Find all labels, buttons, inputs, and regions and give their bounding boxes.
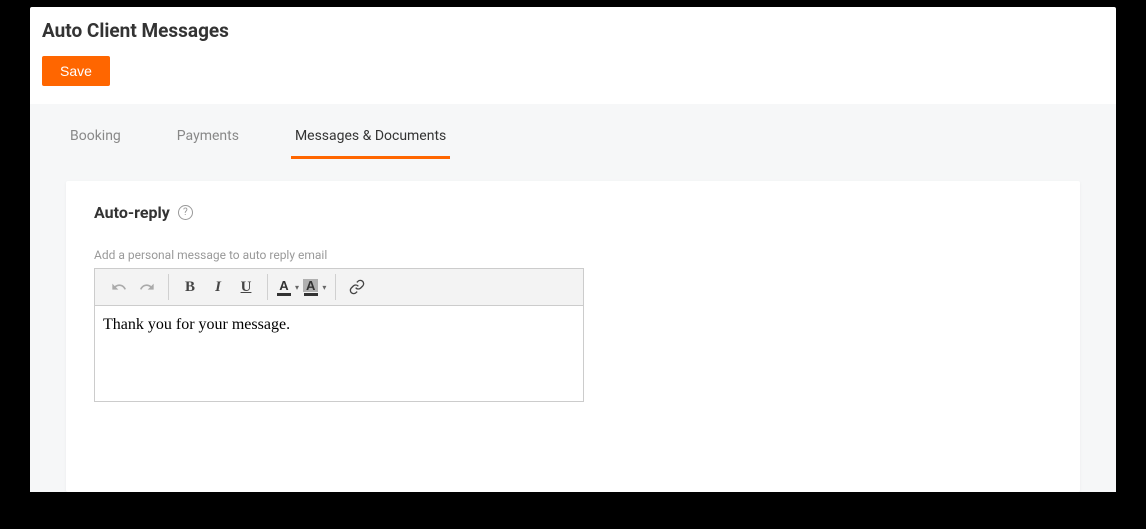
section-title: Auto-reply [94,203,170,222]
help-icon[interactable]: ? [178,205,193,220]
toolbar-divider [267,274,268,300]
settings-card: Auto-reply ? Add a personal message to a… [66,181,1080,492]
header: Auto Client Messages Save [30,7,1116,104]
toolbar-divider [168,274,169,300]
tabs-area: Booking Payments Messages & Documents Au… [30,104,1116,492]
chevron-down-icon: ▾ [295,283,299,292]
chevron-down-icon: ▾ [322,283,326,292]
background-color-button[interactable]: A ▾ [301,273,328,301]
bold-button[interactable]: B [176,273,204,301]
field-label: Add a personal message to auto reply ema… [94,248,1052,262]
save-button[interactable]: Save [42,56,110,86]
editor-content[interactable]: Thank you for your message. [95,306,583,401]
main-window: Auto Client Messages Save Booking Paymen… [30,7,1116,492]
redo-button[interactable] [133,273,161,301]
tab-booking[interactable]: Booking [66,116,125,159]
tabs: Booking Payments Messages & Documents [66,104,1080,159]
toolbar-divider [335,274,336,300]
tab-payments[interactable]: Payments [173,116,243,159]
editor-toolbar: B I U A ▾ [95,269,583,306]
link-button[interactable] [343,273,371,301]
rich-text-editor: B I U A ▾ [94,268,584,402]
page-title: Auto Client Messages [42,19,1104,42]
tab-messages-documents[interactable]: Messages & Documents [291,116,450,159]
section-title-row: Auto-reply ? [94,203,1052,222]
undo-button[interactable] [105,273,133,301]
underline-button[interactable]: U [232,273,260,301]
italic-button[interactable]: I [204,273,232,301]
text-color-button[interactable]: A ▾ [275,273,301,301]
